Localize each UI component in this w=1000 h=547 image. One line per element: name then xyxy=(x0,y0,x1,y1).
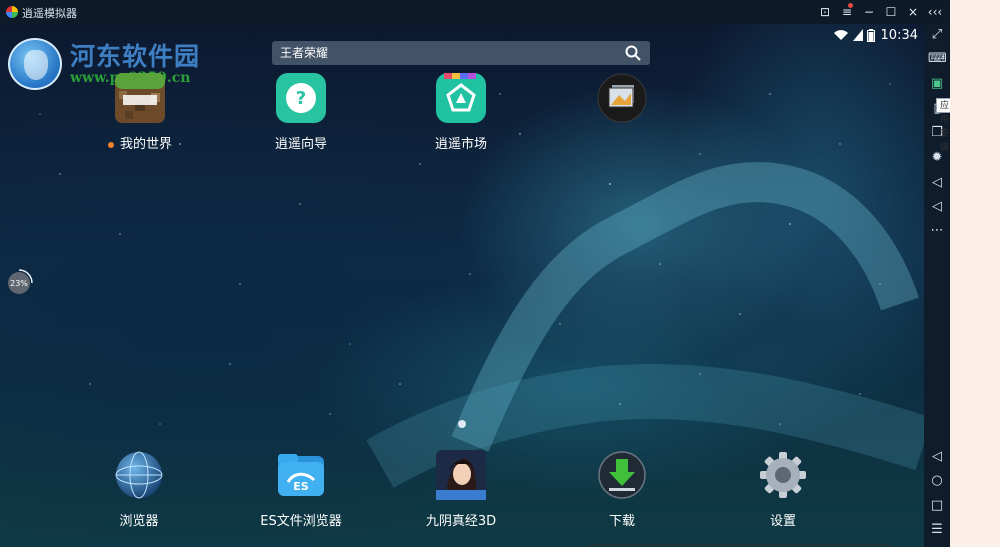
wifi-icon xyxy=(833,30,848,40)
back-icon[interactable]: ◁ xyxy=(928,448,946,466)
minimize-button[interactable]: − xyxy=(860,3,878,21)
collapse-sidebar-icon[interactable]: ‹‹‹ xyxy=(926,3,944,21)
menu-list-icon[interactable]: ☰ xyxy=(928,521,946,539)
desktop-background xyxy=(950,0,1000,547)
dock-label: 浏览器 xyxy=(119,514,159,529)
watermark-title: 河东软件园 xyxy=(70,42,201,71)
volume-up-icon[interactable]: ◁ xyxy=(928,174,946,192)
home-icon[interactable]: ○ xyxy=(928,472,946,490)
menu-icon[interactable]: ≡ xyxy=(838,3,856,21)
minecraft-icon xyxy=(115,73,165,123)
emulator-window: 逍遥模拟器 ⊡ ≡ − ☐ × ‹‹‹ 河东软件园 10:34 王者荣耀 我的世… xyxy=(0,0,954,547)
dock-label: 下载 xyxy=(608,514,635,529)
maximize-button[interactable]: ☐ xyxy=(882,3,900,21)
signal-icon xyxy=(852,29,863,41)
notification-dot xyxy=(848,3,853,8)
status-bar: 10:34 xyxy=(833,26,918,44)
es-file-explorer-icon: ES xyxy=(278,454,324,496)
progress-indicator: 23% xyxy=(8,269,33,294)
browser-icon xyxy=(115,451,163,499)
window-title: 逍遥模拟器 xyxy=(22,7,77,20)
svg-text:?: ? xyxy=(296,88,306,109)
close-button[interactable]: × xyxy=(904,3,922,21)
dock-label: 九阴真经3D xyxy=(425,514,497,529)
app-label: 逍遥市场 xyxy=(434,137,487,152)
install-app-icon[interactable]: ▣ xyxy=(928,75,946,93)
keyboard-icon[interactable]: ⌨ xyxy=(928,50,947,68)
page-indicator-dot xyxy=(458,420,466,428)
app-gallery[interactable] xyxy=(567,73,677,133)
new-app-dot xyxy=(107,141,114,148)
dock-label: ES文件浏览器 xyxy=(260,514,342,529)
app-guide[interactable]: ? 逍遥向导 xyxy=(246,73,356,152)
search-icon[interactable] xyxy=(624,44,642,62)
app-logo-icon xyxy=(6,6,18,18)
settings-icon xyxy=(760,452,806,498)
watermark-logo-icon xyxy=(8,38,62,90)
app-label: 逍遥向导 xyxy=(274,137,327,152)
search-text: 王者荣耀 xyxy=(280,46,329,60)
guide-icon: ? xyxy=(276,73,326,123)
svg-text:ES: ES xyxy=(293,480,309,493)
app-browser[interactable]: 浏览器 xyxy=(84,450,194,529)
app-minecraft[interactable]: 我的世界 xyxy=(85,73,195,152)
game-icon xyxy=(436,450,486,500)
title-bar: 逍遥模拟器 ⊡ ≡ − ☐ × ‹‹‹ xyxy=(0,0,950,24)
recents-icon[interactable]: □ xyxy=(928,497,946,515)
app-settings[interactable]: 设置 xyxy=(728,450,838,529)
dock-label: 设置 xyxy=(769,514,796,529)
app-es-file-explorer[interactable]: ES ES文件浏览器 xyxy=(238,450,364,529)
more-icon[interactable]: ⋯ xyxy=(928,222,946,240)
status-time: 10:34 xyxy=(880,27,918,43)
screen-record-icon[interactable]: ⊡ xyxy=(816,3,834,21)
app-download[interactable]: 下载 xyxy=(567,450,677,529)
app-game[interactable]: 九阴真经3D xyxy=(406,450,516,529)
android-screen: 河东软件园 www.pc0359.cn 10:34 王者荣耀 xyxy=(0,24,924,547)
app-market[interactable]: 逍遥市场 xyxy=(406,73,516,152)
app-label: 我的世界 xyxy=(119,137,172,152)
fullscreen-icon[interactable]: ⤢ xyxy=(928,26,946,44)
progress-label: 23% xyxy=(10,279,28,288)
gallery-icon xyxy=(597,73,647,123)
volume-down-icon[interactable]: ◁ xyxy=(928,198,946,216)
download-icon xyxy=(598,451,646,499)
search-bar[interactable]: 王者荣耀 xyxy=(272,41,650,65)
battery-icon xyxy=(866,28,875,42)
market-icon xyxy=(436,73,486,123)
